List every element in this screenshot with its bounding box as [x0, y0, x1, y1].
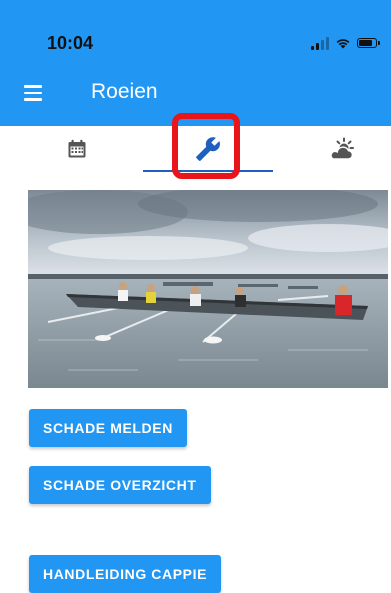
- tab-tools[interactable]: [143, 126, 273, 172]
- wifi-icon: [336, 39, 350, 49]
- hamburger-menu-icon: [24, 85, 42, 88]
- manual-button[interactable]: HANDLEIDING CAPPIE: [29, 555, 222, 593]
- damage-overview-button[interactable]: SCHADE OVERZICHT: [29, 466, 211, 504]
- battery-icon: [357, 38, 380, 48]
- status-icons: [311, 35, 380, 51]
- rowing-photo: [28, 190, 388, 388]
- calendar-icon: [68, 139, 86, 158]
- status-time: 10:04: [47, 33, 94, 53]
- tab-indicator: [143, 170, 273, 172]
- menu-button[interactable]: [24, 81, 50, 105]
- report-damage-button[interactable]: SCHADE MELDEN: [29, 409, 187, 447]
- tab-weather[interactable]: [276, 126, 391, 172]
- weather-sun-cloud-icon: [330, 137, 354, 160]
- signal-icon: [311, 36, 329, 50]
- page-title: Roeien: [91, 80, 158, 103]
- app-header: 10:04 Roeien: [0, 0, 391, 126]
- wrench-icon: [196, 137, 220, 161]
- tab-bar: [0, 126, 391, 176]
- tab-calendar[interactable]: [12, 126, 142, 172]
